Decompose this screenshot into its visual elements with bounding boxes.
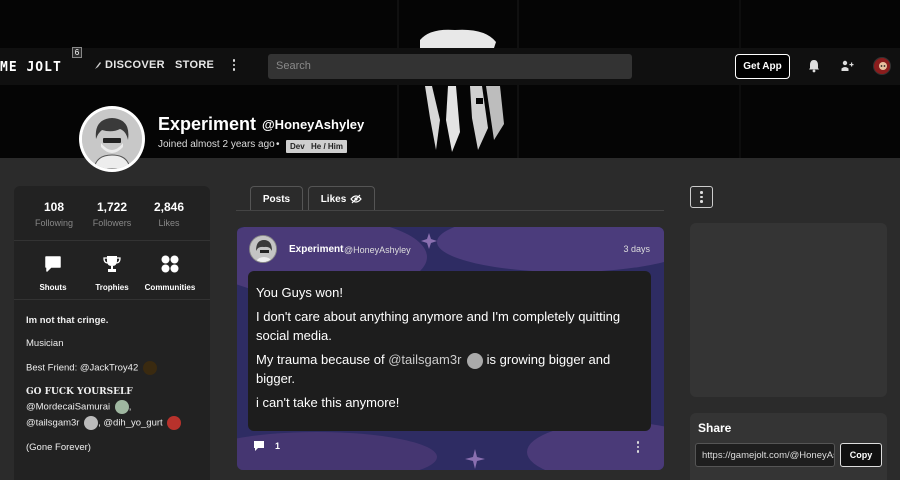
mention-link[interactable]: @MordecaiSamurai <box>26 402 110 413</box>
stat-followers-label: Followers <box>92 218 132 228</box>
post-paragraph: You Guys won! <box>256 285 343 300</box>
share-url-field[interactable]: https://gamejolt.com/@HoneyAshyley <box>695 443 835 467</box>
top-navigation: ME JOLT 6 DISCOVER STORE Search Get App <box>0 47 900 85</box>
bio-line: @MordecaiSamurai , <box>26 400 131 414</box>
bio-line: GO FUCK YOURSELF <box>26 387 133 397</box>
mention-link[interactable]: @dih_yo_gurt <box>103 418 162 429</box>
notification-count-badge: 6 <box>72 47 82 58</box>
bio-line: @tailsgam3r , @dih_yo_gurt <box>26 416 182 430</box>
share-title: Share <box>698 421 732 435</box>
more-menu-icon[interactable] <box>228 57 240 73</box>
post-author-name[interactable]: Experiment <box>289 244 343 255</box>
stat-following-value: 108 <box>43 200 65 214</box>
stat-likes[interactable]: 2,846 Likes <box>139 200 199 228</box>
logo-text: ME JOLT <box>0 59 62 75</box>
comment-count: 1 <box>275 441 281 451</box>
communities-label: Communities <box>144 283 196 292</box>
sidebar-divider <box>14 299 210 300</box>
post-card[interactable]: Experiment @HoneyAshyley 3 days You Guys… <box>237 227 664 470</box>
profile-options-button[interactable] <box>690 186 713 208</box>
bell-icon[interactable] <box>806 58 822 74</box>
bio-headline: Im not that cringe. <box>26 315 109 326</box>
chat-bubble-icon <box>45 256 61 272</box>
comment-icon[interactable] <box>253 440 265 452</box>
mention-link[interactable]: @tailsgam3r <box>26 418 79 429</box>
shouts-label: Shouts <box>39 283 67 292</box>
search-placeholder: Search <box>276 60 311 72</box>
bio-line: Musician <box>26 338 64 349</box>
rocket-icon <box>95 61 101 69</box>
mention-avatar <box>467 352 484 369</box>
post-options-icon[interactable] <box>632 439 644 455</box>
tab-likes-label: Likes <box>320 193 347 205</box>
post-timestamp[interactable]: 3 days <box>623 244 650 254</box>
tab-posts[interactable]: Posts <box>250 186 303 211</box>
post-footer: 1 <box>253 440 280 452</box>
friends-icon[interactable] <box>839 58 855 74</box>
post-author-handle[interactable]: @HoneyAshyley <box>344 245 411 255</box>
shouts-link[interactable]: Shouts <box>23 254 83 292</box>
bio-line: Im not that cringe. <box>26 315 108 326</box>
page-root: ME JOLT 6 DISCOVER STORE Search Get App <box>0 0 900 480</box>
store-label: STORE <box>175 59 215 71</box>
tab-likes[interactable]: Likes <box>308 186 375 211</box>
dev-tag: Dev <box>286 140 309 153</box>
post-text: My trauma because of <box>256 352 389 367</box>
separator-dot: • <box>276 139 280 150</box>
pronouns-tag: He / Him <box>307 140 348 153</box>
profile-username: @HoneyAshyley <box>262 117 365 132</box>
sidebar-divider <box>14 240 210 241</box>
gamejolt-logo[interactable]: ME JOLT <box>0 55 62 79</box>
trophies-label: Trophies <box>95 283 129 292</box>
mention-avatar <box>84 416 99 430</box>
trophies-link[interactable]: Trophies <box>82 254 142 292</box>
stat-following[interactable]: 108 Following <box>24 200 84 228</box>
discover-label: DISCOVER <box>105 59 165 71</box>
tabs-underline <box>236 210 664 211</box>
profile-avatar[interactable] <box>79 106 145 172</box>
post-author-avatar[interactable] <box>249 235 277 263</box>
mention-avatar <box>167 416 182 430</box>
stat-likes-value: 2,846 <box>153 200 185 214</box>
communities-icon <box>161 255 179 273</box>
avatar-drawing <box>82 109 142 169</box>
bio-line: (Gone Forever) <box>26 442 91 453</box>
user-avatar[interactable] <box>873 57 891 75</box>
discover-link[interactable]: DISCOVER <box>94 59 165 71</box>
post-paragraph: I don't care about anything anymore and … <box>256 309 621 343</box>
profile-display-name: Experiment <box>158 114 257 134</box>
post-paragraph: My trauma because of @tailsgam3r is grow… <box>256 350 643 388</box>
stat-likes-label: Likes <box>158 218 180 228</box>
trophy-icon <box>103 256 121 272</box>
search-input[interactable]: Search <box>268 54 632 79</box>
mention-link[interactable]: @JackTroy42 <box>80 363 138 374</box>
communities-link[interactable]: Communities <box>140 254 200 292</box>
profile-joined-date: Joined almost 2 years ago <box>158 139 275 150</box>
mention-avatar <box>114 400 129 414</box>
post-content: You Guys won! I don't care about anythin… <box>248 271 651 431</box>
stat-followers[interactable]: 1,722 Followers <box>82 200 142 228</box>
copy-button[interactable]: Copy <box>840 443 882 467</box>
share-panel: Share https://gamejolt.com/@HoneyAshyley… <box>690 413 887 480</box>
mention-avatar <box>142 361 157 375</box>
bio-line: Best Friend: @JackTroy42 <box>26 361 157 375</box>
bio-text: , <box>128 401 132 413</box>
bio-text: , <box>98 417 101 429</box>
bio-text: Best Friend: <box>26 362 80 374</box>
mention-link[interactable]: @tailsgam3r <box>388 352 461 367</box>
post-paragraph: i can't take this anymore! <box>256 395 400 410</box>
store-link[interactable]: STORE <box>175 59 214 71</box>
hidden-eye-icon <box>350 194 363 204</box>
stat-followers-value: 1,722 <box>96 200 128 214</box>
ad-placeholder <box>690 223 887 397</box>
stat-following-label: Following <box>34 218 74 228</box>
tab-posts-label: Posts <box>262 193 291 205</box>
profile-sidebar: 108 Following 1,722 Followers 2,846 Like… <box>14 186 210 480</box>
get-app-button[interactable]: Get App <box>735 54 790 79</box>
